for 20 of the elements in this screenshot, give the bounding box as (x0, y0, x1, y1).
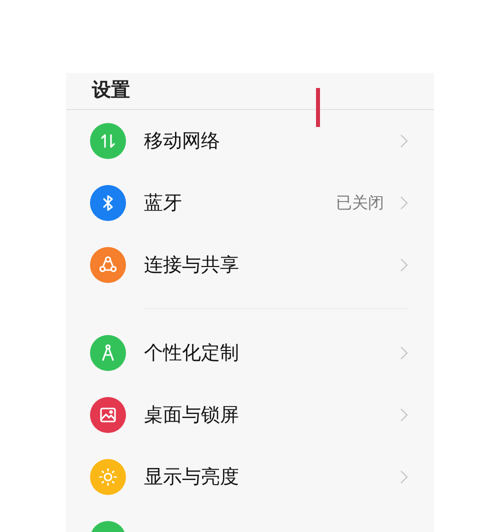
settings-row[interactable]: 桌面与锁屏 (66, 384, 434, 446)
chevron-icon (400, 196, 408, 210)
row-label: 移动网络 (144, 129, 220, 154)
settings-row[interactable]: 蓝牙 已关闭 (66, 172, 434, 234)
settings-row[interactable]: 个性化定制 (66, 322, 434, 384)
settings-row[interactable]: 连接与共享 (66, 234, 434, 296)
row-label: 显示与亮度 (144, 465, 239, 490)
row-label: 个性化定制 (144, 341, 239, 366)
row-label: 桌面与锁屏 (144, 403, 239, 428)
settings-row[interactable]: 移动网络 (66, 110, 434, 172)
row-label: 蓝牙 (144, 191, 182, 216)
chevron-icon (400, 134, 408, 148)
chevron-icon (400, 408, 408, 422)
chevron-icon (400, 258, 408, 272)
chevron-icon (400, 346, 408, 360)
row-label: 连接与共享 (144, 253, 239, 278)
chevron-icon (400, 470, 408, 484)
status-text: 已关闭 (336, 192, 384, 214)
page-title: 设置 (92, 78, 130, 102)
settings-row[interactable]: 显示与亮度 (66, 446, 434, 508)
